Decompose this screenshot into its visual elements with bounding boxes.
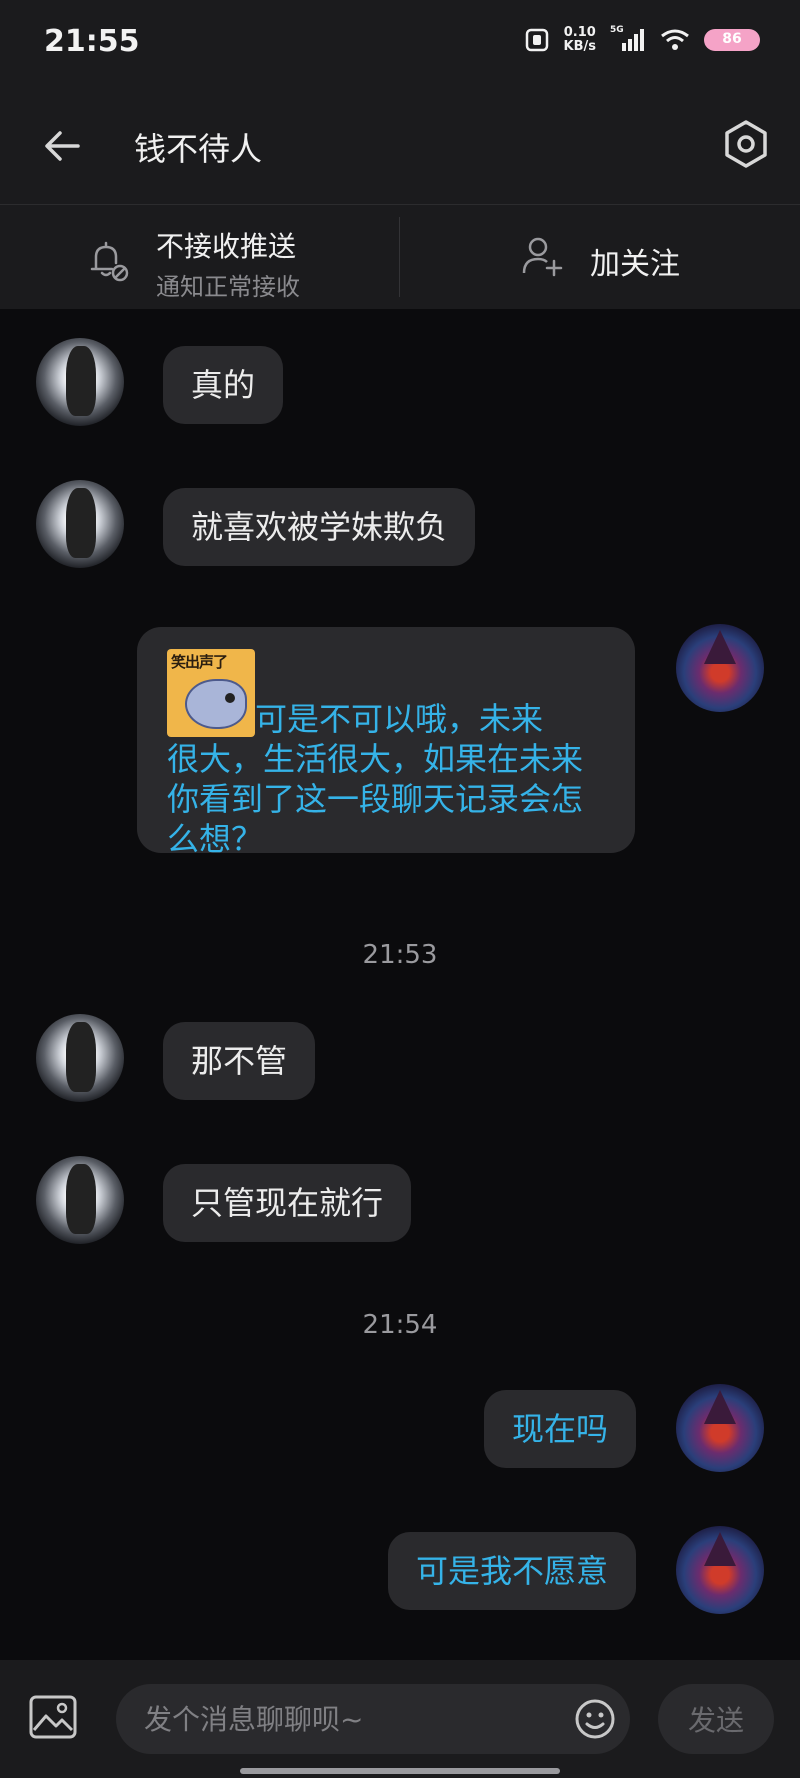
avatar[interactable]: [36, 1014, 124, 1102]
message-bubble[interactable]: 可是我不愿意: [387, 1532, 636, 1610]
settings-icon[interactable]: [720, 118, 772, 170]
wifi-icon: [661, 29, 689, 50]
network-speed: 0.10 KB/s: [563, 25, 596, 54]
message-input[interactable]: [116, 1684, 630, 1754]
back-arrow-icon[interactable]: [40, 124, 84, 168]
timestamp: 21:53: [362, 940, 438, 970]
my-avatar[interactable]: [676, 1384, 764, 1472]
image-icon[interactable]: [28, 1694, 78, 1740]
notify-title: 不接收推送: [156, 230, 297, 263]
message-bubble[interactable]: 笑出声了 可是不可以哦，未来 很大，生活很大，如果在未来你看到了这一段聊天记录会…: [137, 627, 635, 858]
avatar[interactable]: [36, 480, 124, 568]
message-bubble[interactable]: 现在吗: [483, 1390, 636, 1468]
action-bar: 不接收推送 通知正常接收 加关注: [0, 205, 800, 309]
bell-mute-icon: [90, 241, 129, 282]
nfc-icon: [525, 28, 548, 52]
page-title: 钱不待人: [134, 130, 263, 168]
add-user-icon: [522, 237, 563, 277]
input-bar: 发送: [0, 1660, 800, 1778]
chat-header: 钱不待人: [0, 88, 800, 205]
message-bubble[interactable]: 那不管: [163, 1022, 316, 1100]
status-bar: 21:55 0.10 KB/s 5G 86: [0, 0, 800, 88]
home-indicator: [240, 1768, 560, 1774]
message-bubble[interactable]: 只管现在就行: [163, 1164, 412, 1242]
battery-icon: 86: [704, 29, 760, 51]
message-bubble[interactable]: 就喜欢被学妹欺负: [163, 488, 476, 566]
emoji-icon[interactable]: [574, 1698, 616, 1740]
follow-label: 加关注: [590, 247, 680, 282]
my-avatar[interactable]: [676, 624, 764, 712]
my-avatar[interactable]: [676, 1526, 764, 1614]
timestamp: 21:54: [362, 1310, 438, 1340]
avatar[interactable]: [36, 338, 124, 426]
notify-subtitle: 通知正常接收: [156, 273, 300, 301]
message-bubble[interactable]: 真的: [163, 346, 284, 424]
divider: [399, 217, 400, 297]
status-time: 21:55: [44, 24, 140, 59]
send-button[interactable]: 发送: [658, 1684, 774, 1754]
message-text: 可是不可以哦，未来 很大，生活很大，如果在未来你看到了这一段聊天记录会怎么想？: [167, 700, 584, 858]
cell-signal-icon: 5G: [610, 25, 646, 53]
avatar[interactable]: [36, 1156, 124, 1244]
chat-area: 真的 就喜欢被学妹欺负 笑出声了 可是不可以哦，未来 很大，生活很大，如果在未来…: [0, 310, 800, 1660]
status-icons: 0.10 KB/s 5G 86: [524, 25, 760, 54]
